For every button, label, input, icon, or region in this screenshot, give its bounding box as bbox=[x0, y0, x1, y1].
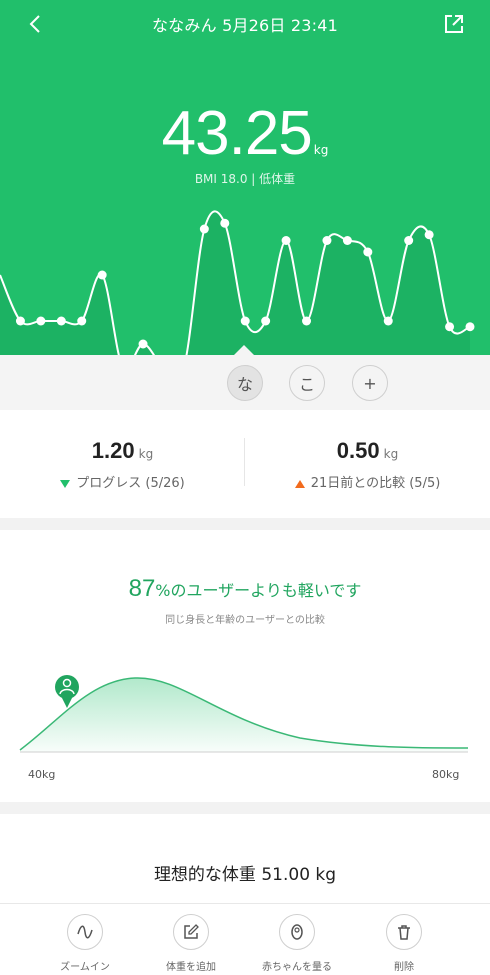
compare-stat: 0.50 kg 21日前との比較 (5/5) bbox=[245, 438, 490, 491]
distribution-curve bbox=[19, 675, 469, 753]
share-button[interactable] bbox=[442, 12, 466, 36]
weigh-baby-icon-circle bbox=[279, 914, 315, 950]
trend-point[interactable] bbox=[281, 236, 291, 245]
up-triangle-icon bbox=[294, 479, 305, 488]
trend-point[interactable] bbox=[322, 236, 332, 245]
trend-point[interactable] bbox=[342, 236, 352, 245]
comparison-card: 87%のユーザーよりも軽いです 同じ身長と年齢のユーザーとの比較 40kg 80… bbox=[0, 530, 490, 802]
trend-point[interactable] bbox=[383, 316, 393, 326]
percentile-suffix: %のユーザーよりも軽いです bbox=[155, 581, 362, 600]
bottom-toolbar: ズームイン 体重を追加 赤ちゃんを量る 削除 bbox=[0, 903, 490, 975]
progress-stat: 1.20 kg プログレス (5/26) bbox=[0, 438, 245, 491]
trend-point[interactable] bbox=[97, 270, 107, 280]
add-weight-button[interactable]: 体重を追加 bbox=[141, 914, 241, 973]
zoom-in-button[interactable]: ズームイン bbox=[35, 914, 135, 973]
trend-point[interactable] bbox=[445, 322, 455, 332]
share-icon bbox=[445, 15, 463, 33]
trend-point[interactable] bbox=[404, 236, 414, 245]
weight-display: 43.25 kg bbox=[0, 98, 490, 169]
trend-point[interactable] bbox=[424, 230, 434, 240]
add-user-button[interactable]: + bbox=[352, 365, 388, 401]
trash-icon bbox=[398, 925, 410, 940]
edit-icon bbox=[184, 924, 199, 939]
progress-unit: kg bbox=[138, 447, 154, 461]
down-triangle-icon bbox=[60, 479, 71, 488]
weigh-baby-label: 赤ちゃんを量る bbox=[262, 962, 332, 973]
delete-label: 削除 bbox=[394, 962, 414, 973]
user-chip-na[interactable]: な bbox=[227, 365, 263, 401]
stats-card: 1.20 kg プログレス (5/26) 0.50 kg 21日前との比較 (5/5… bbox=[0, 410, 490, 518]
zoom-in-label: ズームイン bbox=[60, 962, 110, 973]
user-chip-ko[interactable]: こ bbox=[289, 365, 325, 401]
weight-unit: kg bbox=[313, 143, 329, 157]
weight-trend-chart[interactable] bbox=[0, 180, 490, 355]
compare-label: 21日前との比較 (5/5) bbox=[310, 476, 441, 491]
trend-point[interactable] bbox=[363, 247, 373, 257]
top-bar: ななみん 5月26日 23:41 bbox=[0, 0, 490, 48]
ideal-weight-text: 理想的な体重 51.00 kg bbox=[153, 865, 337, 885]
progress-value: 1.20 bbox=[91, 438, 135, 463]
trend-point[interactable] bbox=[199, 224, 209, 234]
trend-point[interactable] bbox=[56, 316, 66, 326]
trend-point[interactable] bbox=[261, 316, 271, 326]
trend-point[interactable] bbox=[220, 218, 230, 228]
distribution-area bbox=[20, 677, 468, 752]
delete-button[interactable]: 削除 bbox=[354, 914, 454, 973]
trend-point[interactable] bbox=[465, 322, 475, 332]
percentile-heading: 87%のユーザーよりも軽いです bbox=[0, 575, 490, 603]
hero-header: ななみん 5月26日 23:41 43.25 kg BMI 18.0 | 低体重 bbox=[0, 0, 490, 355]
trend-point[interactable] bbox=[302, 316, 312, 326]
add-weight-label: 体重を追加 bbox=[166, 962, 216, 973]
comparison-subtitle: 同じ身長と年齢のユーザーとの比較 bbox=[165, 615, 325, 626]
weight-value: 43.25 bbox=[161, 99, 313, 168]
wave-icon bbox=[77, 925, 93, 939]
delete-icon-circle bbox=[386, 914, 422, 950]
trend-point[interactable] bbox=[36, 316, 46, 326]
progress-label: プログレス (5/26) bbox=[76, 476, 185, 491]
axis-min-label: 40kg bbox=[28, 768, 56, 781]
trend-point[interactable] bbox=[15, 316, 25, 326]
compare-unit: kg bbox=[383, 447, 399, 461]
app-root: ななみん 5月26日 23:41 43.25 kg BMI 18.0 | 低体重 … bbox=[0, 0, 490, 975]
add-weight-icon-circle bbox=[173, 914, 209, 950]
selected-point-indicator bbox=[234, 345, 254, 355]
zoom-in-icon-circle bbox=[67, 914, 103, 950]
trend-point[interactable] bbox=[240, 316, 250, 326]
compare-value: 0.50 bbox=[336, 438, 380, 463]
weigh-baby-button[interactable]: 赤ちゃんを量る bbox=[247, 914, 347, 973]
page-title: ななみん 5月26日 23:41 bbox=[151, 16, 339, 35]
baby-icon bbox=[291, 924, 303, 940]
percentile-value: 87 bbox=[128, 575, 156, 602]
user-selector: な こ + bbox=[0, 345, 490, 410]
trend-point[interactable] bbox=[77, 316, 87, 326]
trend-point[interactable] bbox=[138, 339, 148, 349]
ideal-weight-card: 理想的な体重 51.00 kg bbox=[0, 814, 490, 903]
axis-max-label: 80kg bbox=[432, 768, 460, 781]
